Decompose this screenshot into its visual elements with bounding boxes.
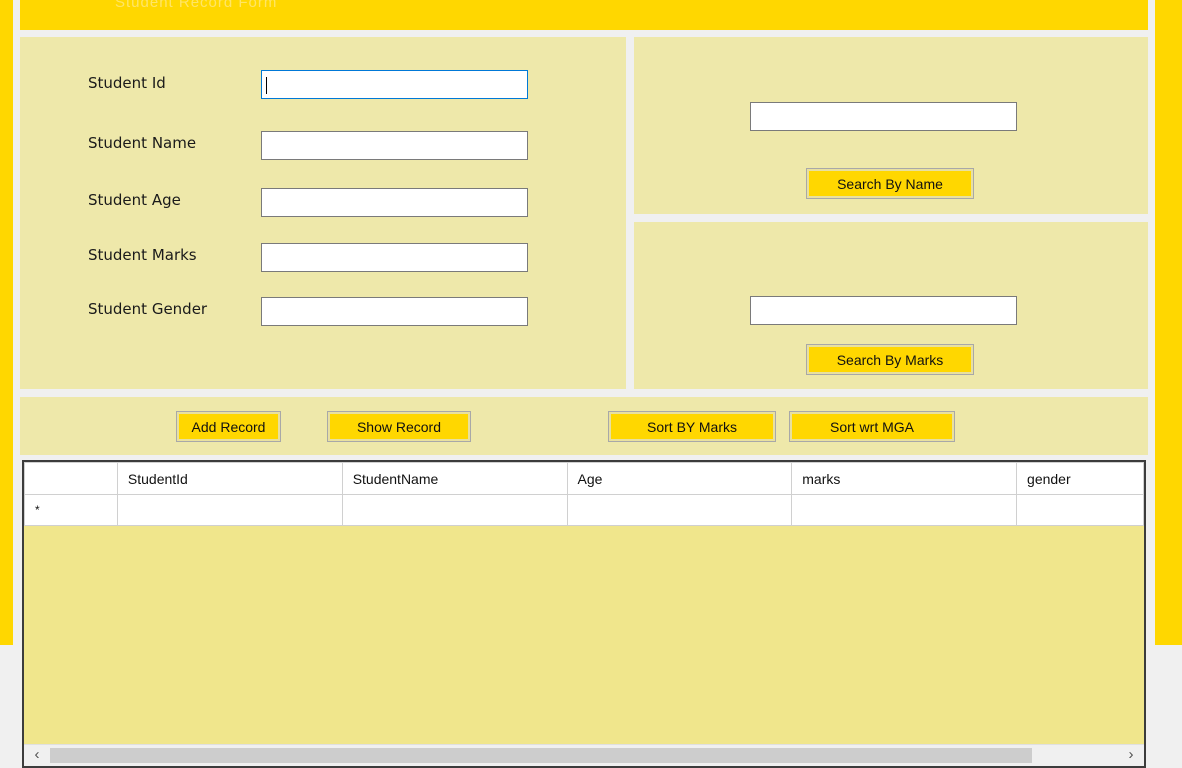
chevron-left-icon[interactable]: ‹ bbox=[28, 746, 46, 764]
student-marks-label: Student Marks bbox=[88, 246, 197, 264]
search-by-marks-button[interactable]: Search By Marks bbox=[804, 342, 976, 377]
scrollbar-thumb[interactable] bbox=[50, 748, 1032, 763]
search-marks-input[interactable] bbox=[750, 296, 1017, 325]
sort-wrt-mga-button[interactable]: Sort wrt MGA bbox=[787, 409, 957, 444]
student-age-label: Student Age bbox=[88, 191, 181, 209]
column-header-studentname[interactable]: StudentName bbox=[341, 462, 568, 495]
right-border bbox=[1155, 0, 1182, 645]
actions-panel: Add Record Show Record Sort BY Marks Sor… bbox=[20, 397, 1148, 455]
column-header-marks[interactable]: marks bbox=[791, 462, 1018, 495]
student-gender-label: Student Gender bbox=[88, 300, 208, 318]
table-cell[interactable] bbox=[791, 494, 1018, 526]
student-id-label: Student Id bbox=[88, 74, 166, 92]
new-row-marker[interactable]: * bbox=[24, 494, 118, 526]
header-title: Student Record Form bbox=[115, 0, 278, 11]
table-row[interactable]: * bbox=[24, 494, 1144, 526]
row-header-corner[interactable] bbox=[24, 462, 118, 495]
table-cell[interactable] bbox=[341, 494, 568, 526]
table-cell[interactable] bbox=[116, 494, 343, 526]
column-header-studentid[interactable]: StudentId bbox=[116, 462, 343, 495]
column-header-gender[interactable]: gender bbox=[1016, 462, 1144, 495]
right-gap bbox=[1148, 0, 1155, 645]
search-by-name-button[interactable]: Search By Name bbox=[804, 166, 976, 201]
search-name-input[interactable] bbox=[750, 102, 1017, 131]
chevron-right-icon[interactable]: › bbox=[1122, 746, 1140, 764]
student-name-label: Student Name bbox=[88, 134, 197, 152]
search-by-name-panel: Search By Name bbox=[634, 37, 1148, 214]
horizontal-scrollbar[interactable]: ‹ › bbox=[24, 744, 1144, 766]
grid-table: StudentId StudentName Age marks gender * bbox=[24, 462, 1144, 526]
student-id-input[interactable] bbox=[261, 70, 528, 99]
student-age-input[interactable] bbox=[261, 188, 528, 217]
search-by-marks-panel: Search By Marks bbox=[634, 222, 1148, 389]
column-header-age[interactable]: Age bbox=[566, 462, 793, 495]
header-band: Student Record Form bbox=[20, 0, 1148, 30]
student-gender-input[interactable] bbox=[261, 297, 528, 326]
table-cell[interactable] bbox=[566, 494, 793, 526]
add-record-button[interactable]: Add Record bbox=[174, 409, 283, 444]
table-cell[interactable] bbox=[1016, 494, 1144, 526]
grid-header-row: StudentId StudentName Age marks gender bbox=[24, 462, 1144, 495]
student-name-input[interactable] bbox=[261, 131, 528, 160]
student-form-panel: Student Id Student Name Student Age Stud… bbox=[20, 37, 626, 389]
student-data-grid[interactable]: StudentId StudentName Age marks gender *… bbox=[22, 460, 1146, 768]
student-marks-input[interactable] bbox=[261, 243, 528, 272]
text-caret bbox=[266, 77, 267, 94]
show-record-button[interactable]: Show Record bbox=[325, 409, 473, 444]
sort-by-marks-button[interactable]: Sort BY Marks bbox=[606, 409, 778, 444]
left-border bbox=[0, 0, 13, 645]
